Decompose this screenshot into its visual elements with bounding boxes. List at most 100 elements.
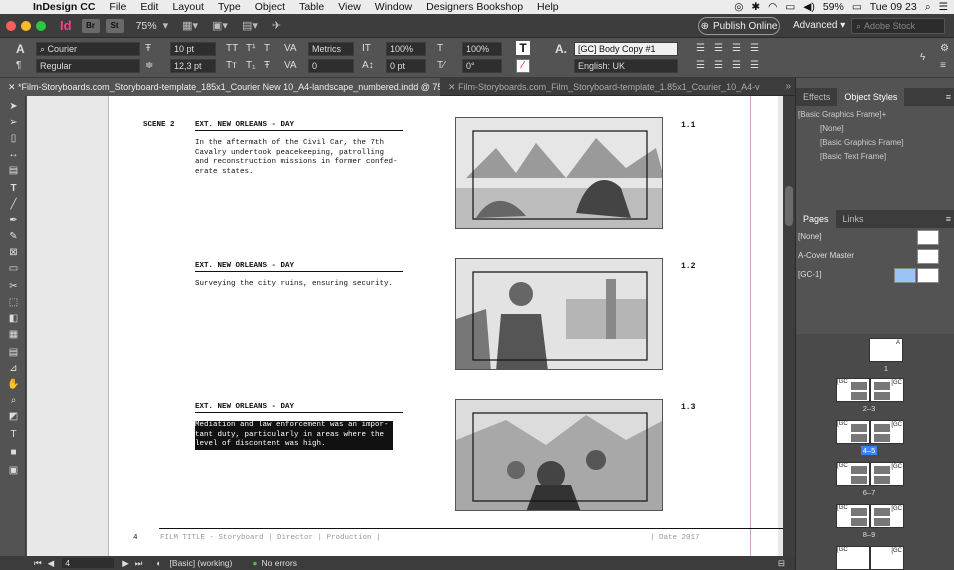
tab-object-styles[interactable]: Object Styles bbox=[837, 88, 905, 106]
storyboard-image-frame[interactable] bbox=[455, 117, 663, 229]
content-collector-icon[interactable]: ▤ bbox=[7, 164, 20, 177]
open-page-icon[interactable]: ◐ bbox=[156, 558, 161, 568]
creative-cloud-icon[interactable]: ◎ bbox=[734, 1, 743, 13]
language-select[interactable]: English: UK bbox=[574, 59, 678, 73]
tab-active-document[interactable]: ✕ *Film-Storyboards.com_Storyboard-templ… bbox=[0, 77, 440, 96]
zoom-tool-icon[interactable]: ⌕ bbox=[7, 394, 20, 407]
page-thumbnails[interactable]: A 1 [GC [GC 2–3 [GC [GC 4–5 [GC [GC 6–7 … bbox=[796, 334, 954, 570]
airplay-icon[interactable]: ▭ bbox=[785, 1, 795, 13]
spread-1[interactable]: A bbox=[869, 338, 903, 362]
menu-table[interactable]: Table bbox=[292, 1, 331, 13]
zoom-level-select[interactable]: 75% bbox=[136, 20, 157, 32]
menu-app-name[interactable]: InDesign CC bbox=[26, 1, 102, 13]
paragraph-style-select[interactable]: [GC] Body Copy #1 bbox=[574, 42, 678, 56]
pen-tool-icon[interactable]: ✒ bbox=[7, 214, 20, 227]
shot-heading[interactable]: EXT. NEW ORLEANS - DAY bbox=[195, 121, 403, 131]
page-number[interactable]: 4 bbox=[133, 534, 138, 542]
rectangle-tool-icon[interactable]: ▭ bbox=[7, 262, 20, 275]
object-style-item[interactable]: [Basic Text Frame] bbox=[796, 150, 954, 164]
menu-window[interactable]: Window bbox=[368, 1, 419, 13]
tab-overflow-icon[interactable]: » bbox=[785, 81, 795, 92]
volume-icon[interactable]: ◀) bbox=[803, 1, 815, 13]
shot-heading[interactable]: EXT. NEW ORLEANS - DAY bbox=[195, 262, 403, 272]
screen-mode-icon[interactable]: ▣▾ bbox=[212, 19, 228, 32]
footer-right-text[interactable]: | Date 2017 bbox=[650, 534, 700, 542]
page-label[interactable]: 8–9 bbox=[839, 530, 899, 539]
preflight-status[interactable]: No errors bbox=[262, 558, 297, 568]
page-thumb[interactable]: [GC bbox=[870, 546, 904, 570]
hand-tool-icon[interactable]: ✋ bbox=[7, 378, 20, 391]
apply-color-icon[interactable]: ■ bbox=[7, 446, 20, 459]
scrollbar-thumb[interactable] bbox=[785, 186, 793, 226]
menu-layout[interactable]: Layout bbox=[165, 1, 211, 13]
close-icon[interactable]: ✕ bbox=[8, 82, 18, 92]
document-page[interactable]: SCENE 2 EXT. NEW ORLEANS - DAY In the af… bbox=[108, 96, 783, 556]
workspace-switcher[interactable]: Advanced ▾ bbox=[793, 20, 845, 31]
selection-tool-icon[interactable]: ➤ bbox=[7, 100, 20, 113]
bluetooth-icon[interactable]: ✱ bbox=[751, 1, 760, 13]
page-thumb[interactable]: [GC bbox=[836, 462, 870, 486]
master-thumbnail[interactable] bbox=[917, 249, 939, 264]
adobe-stock-search[interactable]: ⌕ Adobe Stock bbox=[851, 18, 945, 34]
storyboard-image-frame[interactable] bbox=[455, 399, 663, 511]
gradient-feather-tool-icon[interactable]: ▦ bbox=[7, 328, 20, 341]
page-tool-icon[interactable]: ▯ bbox=[7, 132, 20, 145]
arrange-documents-icon[interactable]: ▤▾ bbox=[242, 19, 258, 32]
menu-edit[interactable]: Edit bbox=[133, 1, 165, 13]
panel-menu-icon[interactable]: ≡ bbox=[940, 59, 946, 73]
page-number-field[interactable]: 4 bbox=[62, 558, 115, 568]
tab-pages[interactable]: Pages bbox=[796, 210, 836, 228]
quick-apply-icon[interactable]: ϟ bbox=[920, 51, 925, 65]
align-right-icon[interactable]: ☰ bbox=[732, 42, 741, 56]
gpu-performance-icon[interactable]: ✈ bbox=[272, 19, 281, 32]
page-thumb[interactable]: [GC bbox=[836, 546, 870, 570]
document-canvas[interactable]: SCENE 2 EXT. NEW ORLEANS - DAY In the af… bbox=[27, 96, 783, 556]
master-thumbnail-right[interactable] bbox=[917, 268, 939, 283]
justify-last-right-icon[interactable]: ☰ bbox=[732, 59, 741, 73]
scene-label[interactable]: SCENE 2 bbox=[143, 121, 175, 129]
fill-color-icon[interactable]: T bbox=[516, 41, 530, 55]
split-window-icon[interactable]: ⊟ bbox=[778, 558, 785, 569]
paragraph-formatting-icon[interactable]: ¶ bbox=[16, 59, 21, 73]
align-center-icon[interactable]: ☰ bbox=[714, 42, 723, 56]
publish-online-button[interactable]: ⊕ Publish Online bbox=[698, 17, 780, 35]
direct-selection-tool-icon[interactable]: ➢ bbox=[7, 116, 20, 129]
gap-tool-icon[interactable]: ↔ bbox=[7, 148, 20, 161]
menu-view[interactable]: View bbox=[331, 1, 368, 13]
eyedropper-tool-icon[interactable]: ⊿ bbox=[7, 362, 20, 375]
page-label[interactable]: 1 bbox=[856, 364, 916, 373]
character-formatting-icon[interactable]: A bbox=[16, 42, 25, 56]
master-thumbnail[interactable] bbox=[917, 230, 939, 245]
page-label[interactable]: 2–3 bbox=[839, 404, 899, 413]
footer-left-text[interactable]: FILM TITLE - Storyboard | Director | Pro… bbox=[160, 534, 381, 542]
storyboard-image-frame[interactable] bbox=[455, 258, 663, 370]
object-style-item[interactable]: [Basic Graphics Frame] bbox=[796, 136, 954, 150]
minimize-window-button[interactable] bbox=[21, 20, 31, 31]
canvas-vertical-scrollbar[interactable] bbox=[783, 96, 795, 556]
spread-8-9[interactable]: [GC [GC bbox=[836, 504, 904, 528]
spread-2-3[interactable]: [GC [GC bbox=[836, 378, 904, 402]
view-options-icon[interactable]: ▦▾ bbox=[182, 19, 198, 32]
shot-description[interactable]: Surveying the city ruins, ensuring secur… bbox=[195, 280, 410, 290]
skew-field[interactable]: 0° bbox=[462, 59, 502, 73]
formatting-affects-text-icon[interactable]: T bbox=[7, 428, 20, 441]
gradient-swatch-tool-icon[interactable]: ◧ bbox=[7, 312, 20, 325]
menu-designers-bookshop[interactable]: Designers Bookshop bbox=[419, 1, 530, 13]
menu-object[interactable]: Object bbox=[248, 1, 292, 13]
close-icon[interactable]: ✕ bbox=[448, 82, 458, 92]
superscript-icon[interactable]: T¹ bbox=[246, 42, 255, 56]
page-thumb[interactable]: [GC bbox=[870, 378, 904, 402]
scissors-tool-icon[interactable]: ✂ bbox=[7, 280, 20, 293]
tab-effects[interactable]: Effects bbox=[796, 88, 837, 106]
preflight-profile[interactable]: [Basic] (working) bbox=[170, 558, 233, 568]
pencil-tool-icon[interactable]: ✎ bbox=[7, 230, 20, 243]
first-page-icon[interactable]: ⏮ bbox=[34, 558, 42, 569]
shot-description-selected[interactable]: Mediation and law enforcement was an imp… bbox=[195, 421, 393, 450]
leading-field[interactable]: 12,3 pt bbox=[170, 59, 216, 73]
subscript-icon[interactable]: T₁ bbox=[246, 59, 255, 73]
stock-button[interactable]: St bbox=[105, 18, 124, 33]
shot-description[interactable]: In the aftermath of the Civil Car, the 7… bbox=[195, 139, 410, 177]
panel-menu-icon[interactable]: ≡ bbox=[946, 214, 954, 224]
shot-number[interactable]: 1.1 bbox=[681, 121, 695, 130]
font-size-field[interactable]: 10 pt bbox=[170, 42, 216, 56]
